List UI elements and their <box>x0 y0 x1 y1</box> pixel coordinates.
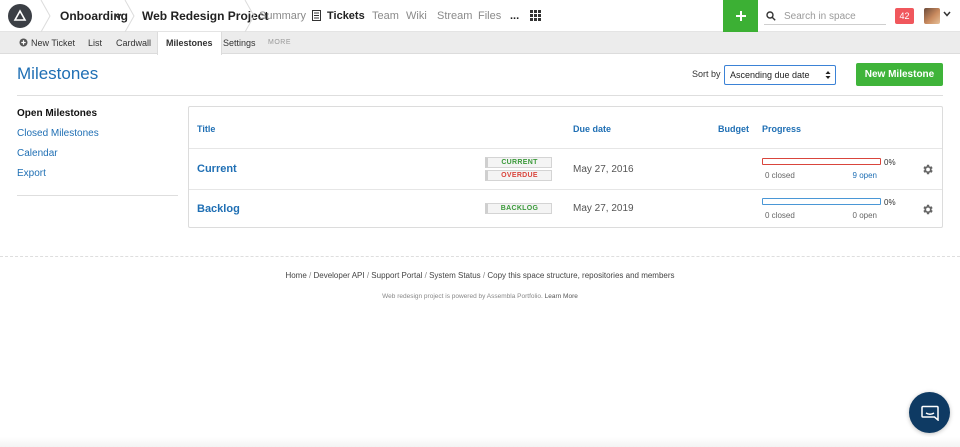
closed-count: 0 closed <box>765 211 795 220</box>
assembla-logo-icon[interactable] <box>8 4 32 28</box>
progress-percent: 0% <box>884 158 896 167</box>
open-count-link[interactable]: 9 open <box>837 171 877 180</box>
sort-select[interactable]: Ascending due date <box>724 65 836 85</box>
status-badge: CURRENT <box>485 157 552 168</box>
sub-navigation: New Ticket List Cardwall Milestones Sett… <box>0 32 960 55</box>
breadcrumb-separator-icon <box>124 0 135 32</box>
nav-files[interactable]: Files <box>478 0 501 32</box>
nav-summary[interactable]: Summary <box>259 0 306 32</box>
chevron-down-icon[interactable] <box>943 10 951 18</box>
footer-link-system-status[interactable]: System Status <box>429 271 481 280</box>
row-divider <box>189 189 942 190</box>
open-count: 0 open <box>852 211 877 220</box>
closed-count: 0 closed <box>765 171 795 180</box>
plus-icon <box>735 11 746 21</box>
footer-note: Web redesign project is powered by Assem… <box>0 293 960 300</box>
footer-link-home[interactable]: Home <box>285 271 306 280</box>
notification-badge[interactable]: 42 <box>895 8 914 24</box>
search-icon <box>766 11 776 21</box>
footer-note-text: Web redesign project is powered by Assem… <box>382 293 543 300</box>
tickets-icon <box>312 10 321 21</box>
new-milestone-button[interactable]: New Milestone <box>856 63 943 86</box>
due-date: May 27, 2019 <box>573 203 634 214</box>
footer-links: Home / Developer API / Support Portal / … <box>285 271 675 280</box>
gear-icon[interactable] <box>921 203 934 216</box>
subnav-settings[interactable]: Settings <box>223 32 256 54</box>
sidebar-divider <box>17 195 178 196</box>
select-arrows-icon <box>825 71 831 79</box>
header-divider <box>17 95 943 96</box>
nav-more[interactable]: ... <box>510 0 519 32</box>
new-ticket-link[interactable]: New Ticket <box>31 32 75 54</box>
row-divider <box>189 148 942 149</box>
progress-bar <box>762 158 881 165</box>
column-header-title[interactable]: Title <box>197 124 215 134</box>
progress-percent: 0% <box>884 198 896 207</box>
nav-team[interactable]: Team <box>372 0 399 32</box>
footer-link-copy-structure[interactable]: Copy this space structure, repositories … <box>487 271 674 280</box>
sort-select-value: Ascending due date <box>730 70 810 80</box>
milestones-table: Title Due date Budget Progress Current C… <box>188 106 943 228</box>
sidebar-item-export[interactable]: Export <box>17 168 46 179</box>
nav-stream[interactable]: Stream <box>437 0 472 32</box>
due-date: May 27, 2016 <box>573 164 634 175</box>
column-header-progress[interactable]: Progress <box>762 124 801 134</box>
subnav-milestones[interactable]: Milestones <box>157 32 222 55</box>
apps-grid-icon[interactable] <box>530 10 541 21</box>
nav-tickets[interactable]: Tickets <box>327 0 365 32</box>
top-bar: Onboarding Web Redesign Project Summary … <box>0 0 960 32</box>
status-badge: OVERDUE <box>485 170 552 181</box>
sidebar-item-closed-milestones[interactable]: Closed Milestones <box>17 128 99 139</box>
column-header-budget[interactable]: Budget <box>718 124 749 134</box>
search-input[interactable] <box>784 7 884 25</box>
sort-label: Sort by <box>692 69 721 79</box>
footer-link-developer-api[interactable]: Developer API <box>313 271 364 280</box>
status-badge: BACKLOG <box>485 203 552 214</box>
milestone-title-link[interactable]: Backlog <box>197 203 240 215</box>
page-title: Milestones <box>17 64 99 83</box>
chevron-down-icon[interactable] <box>114 12 122 20</box>
subnav-more[interactable]: MORE <box>268 32 291 54</box>
chat-bubble-icon <box>920 405 939 421</box>
breadcrumb-separator-icon <box>40 0 51 32</box>
search-box <box>764 7 886 25</box>
footer-link-support-portal[interactable]: Support Portal <box>371 271 422 280</box>
sidebar-item-open-milestones[interactable]: Open Milestones <box>17 108 97 119</box>
learn-more-link[interactable]: Learn More <box>545 293 578 300</box>
footer-divider <box>0 256 960 257</box>
subnav-cardwall[interactable]: Cardwall <box>116 32 151 54</box>
milestone-title-link[interactable]: Current <box>197 163 237 175</box>
breadcrumb-separator-icon <box>244 0 255 32</box>
avatar[interactable] <box>924 8 940 24</box>
page-bottom-shade <box>0 437 960 447</box>
sidebar-item-calendar[interactable]: Calendar <box>17 148 58 159</box>
subnav-list[interactable]: List <box>88 32 102 54</box>
create-plus-button[interactable] <box>723 0 758 32</box>
progress-bar <box>762 198 881 205</box>
nav-wiki[interactable]: Wiki <box>406 0 427 32</box>
chat-widget-button[interactable] <box>909 392 950 433</box>
column-header-due-date[interactable]: Due date <box>573 124 611 134</box>
plus-circle-icon <box>19 38 28 47</box>
gear-icon[interactable] <box>921 163 934 176</box>
